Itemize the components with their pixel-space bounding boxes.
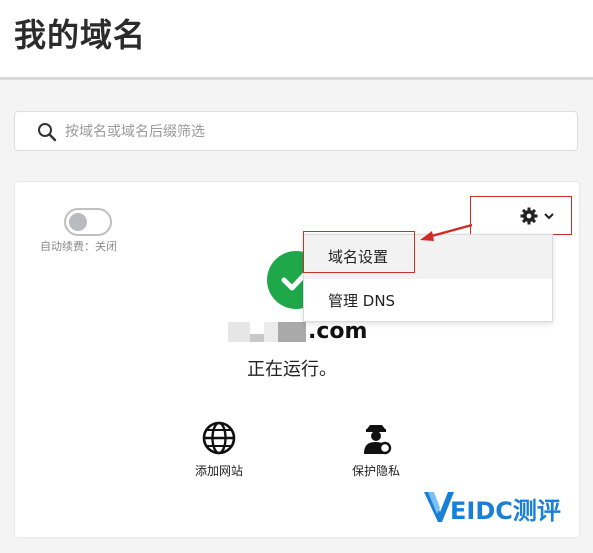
domain-settings-menu-button[interactable] <box>470 196 572 235</box>
search-icon <box>38 123 57 142</box>
domain-name-redacted <box>228 322 306 342</box>
chevron-down-icon <box>544 213 554 220</box>
search-input[interactable] <box>63 119 567 145</box>
auto-renew-toggle[interactable] <box>64 208 112 236</box>
privacy-label: 保护隐私 <box>351 464 400 478</box>
globe-icon <box>202 421 236 455</box>
watermark-logo: EIDC测评 <box>422 486 572 526</box>
privacy-user-icon <box>364 425 392 455</box>
toggle-knob <box>69 213 87 231</box>
menu-item-domain-settings[interactable]: 域名设置 <box>304 235 552 279</box>
menu-item-manage-dns[interactable]: 管理 DNS <box>304 279 552 323</box>
status-text: 正在运行。 <box>247 359 337 380</box>
watermark-text: EIDC测评 <box>450 497 561 525</box>
add-site-button[interactable]: 添加网站 <box>179 420 259 479</box>
auto-renew-label: 自动续费：关闭 <box>40 240 117 253</box>
page-header: 我的域名 <box>0 0 593 80</box>
search-bar[interactable] <box>14 111 578 151</box>
page-title: 我的域名 <box>14 16 147 54</box>
add-site-label: 添加网站 <box>194 464 243 478</box>
gear-icon <box>520 207 538 225</box>
domain-actions-dropdown: 域名设置 管理 DNS <box>303 234 553 322</box>
privacy-button[interactable]: 保护隐私 <box>336 420 416 479</box>
